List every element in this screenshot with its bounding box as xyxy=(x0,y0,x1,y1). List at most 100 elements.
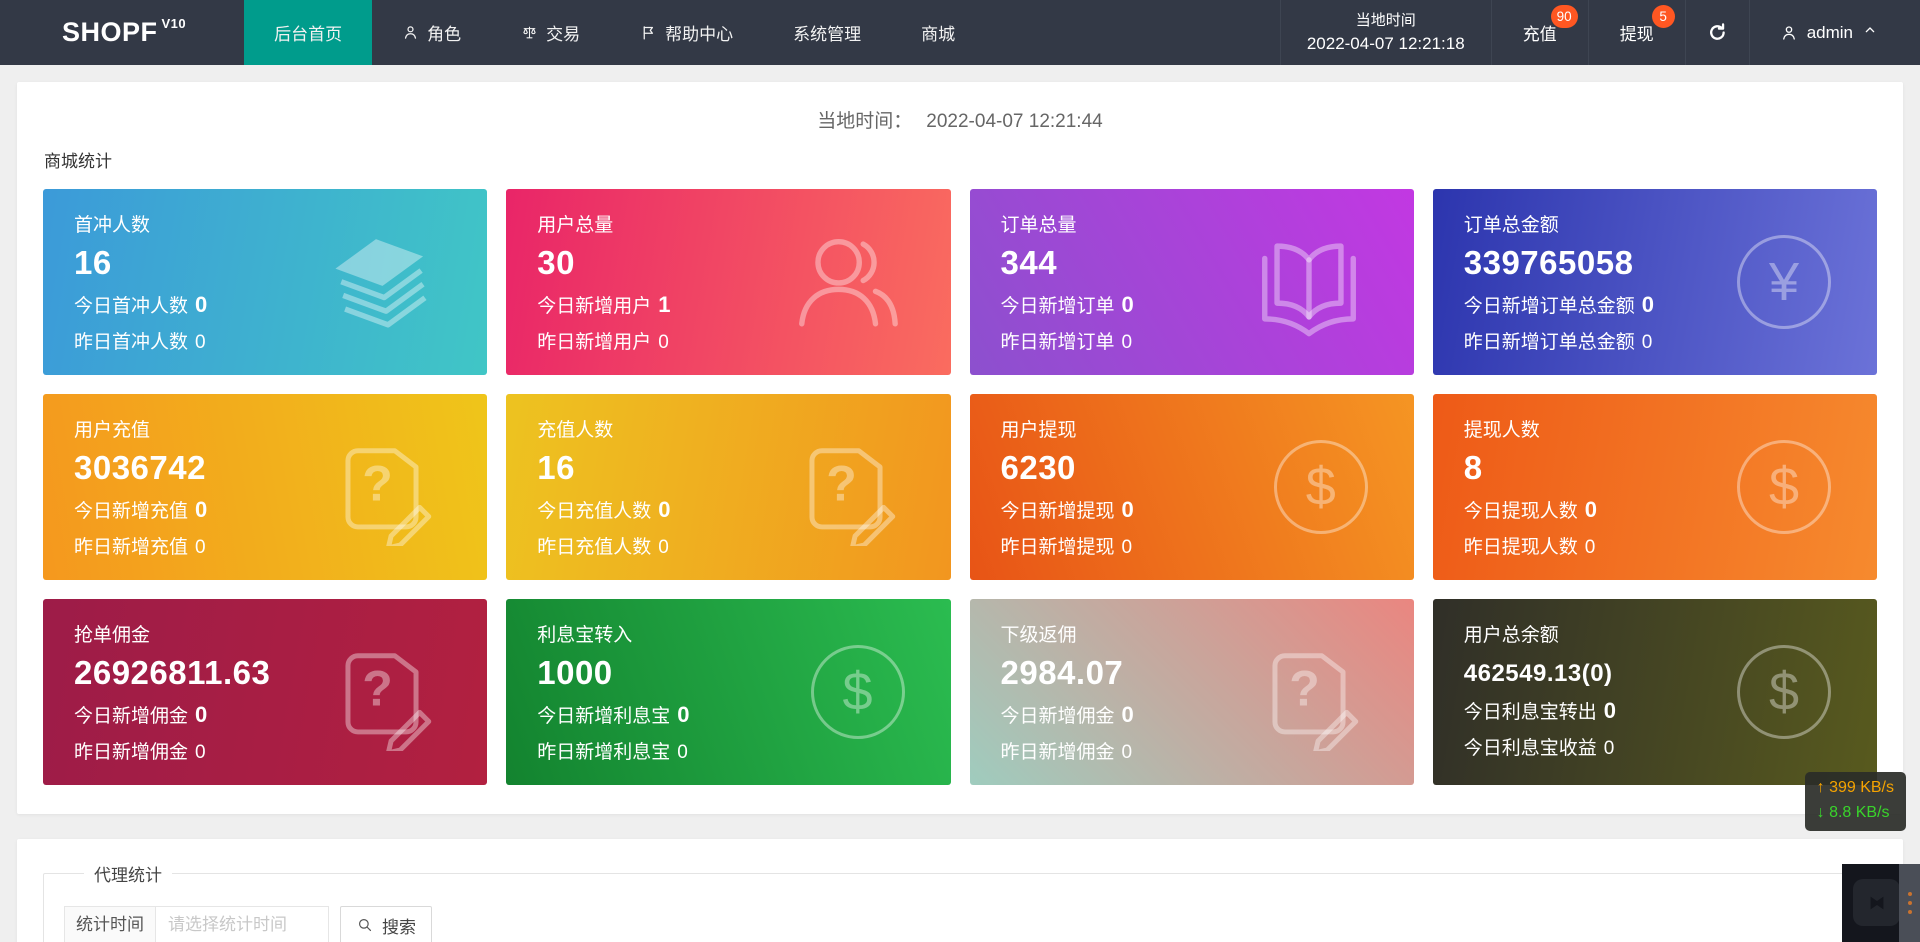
main-local-time: 当地时间：2022-04-07 12:21:44 xyxy=(17,82,1903,133)
nav-item-mall[interactable]: 商城 xyxy=(891,0,985,65)
stat-row-value: 0 xyxy=(1585,497,1597,522)
stat-card-title: 用户总余额 xyxy=(1464,620,1877,647)
widget-app-icon[interactable] xyxy=(1853,879,1900,926)
nav-item-label: 系统管理 xyxy=(793,20,861,45)
yen-coin-icon: ¥ xyxy=(1737,235,1831,329)
handle-dot xyxy=(1908,901,1912,905)
stat-row-value: 0 xyxy=(1122,497,1134,522)
stat-row-value: 0 xyxy=(195,292,207,317)
stat-row-value: 0 xyxy=(195,497,207,522)
recharge-badge: 90 xyxy=(1551,5,1578,28)
admin-menu[interactable]: admin xyxy=(1749,0,1920,65)
widget-handle[interactable] xyxy=(1899,864,1920,942)
bowtie-icon xyxy=(1863,889,1891,917)
stat-time-label: 统计时间 xyxy=(64,906,156,942)
flag-icon xyxy=(640,24,657,41)
top-navbar: SHOPF V10 后台首页 角色 交易 帮助中心 系统管理 商城 当地时间 2… xyxy=(0,0,1920,65)
stat-row-value: 0 xyxy=(195,742,206,763)
stat-card: 用户充值 3036742 今日新增充值0 昨日新增充值0 ? xyxy=(43,394,487,580)
chevron-up-icon xyxy=(1862,22,1878,43)
nav-item-help-center[interactable]: 帮助中心 xyxy=(610,0,763,65)
dollar-coin-icon: $ xyxy=(1737,440,1831,534)
navbar-right: 当地时间 2022-04-07 12:21:18 充值 90 提现 5 admi… xyxy=(1280,0,1920,65)
stat-row-label: 昨日新增提现 xyxy=(1001,537,1115,558)
stat-card: 订单总量 344 今日新增订单0 昨日新增订单0 xyxy=(970,189,1414,375)
dollar-coin-icon: $ xyxy=(1274,440,1368,534)
nav-item-label: 后台首页 xyxy=(274,20,342,45)
stat-row-label: 今日新增佣金 xyxy=(74,706,188,727)
download-speed-value: 8.8 KB/s xyxy=(1829,804,1889,821)
stat-card-row: 昨日新增利息宝0 xyxy=(537,737,950,764)
layers-icon xyxy=(323,223,441,341)
dollar-coin-icon: $ xyxy=(811,645,905,739)
handle-dot xyxy=(1908,892,1912,896)
stat-row-value: 0 xyxy=(1642,332,1653,353)
stat-row-label: 今日新增充值 xyxy=(74,501,188,522)
svg-text:?: ? xyxy=(362,661,393,717)
stat-row-value: 0 xyxy=(658,497,670,522)
nav-item-label: 交易 xyxy=(546,20,580,45)
stat-row-value: 0 xyxy=(1122,292,1134,317)
stat-row-label: 今日首冲人数 xyxy=(74,296,188,317)
main-time-label: 当地时间： xyxy=(817,111,912,132)
stat-row-label: 昨日新增佣金 xyxy=(74,742,188,763)
nav-item-trade[interactable]: 交易 xyxy=(491,0,610,65)
stat-row-label: 昨日新增佣金 xyxy=(1001,742,1115,763)
admin-username: admin xyxy=(1807,23,1853,43)
stat-row-label: 昨日新增利息宝 xyxy=(537,742,670,763)
withdraw-label: 提现 xyxy=(1620,20,1654,45)
dollar-coin-icon: $ xyxy=(1737,645,1831,739)
stat-row-value: 0 xyxy=(1122,702,1134,727)
download-speed: ↓ 8.8 KB/s xyxy=(1817,800,1894,825)
stat-time-input[interactable] xyxy=(155,906,329,942)
doc-question-icon: ? xyxy=(1250,633,1368,751)
doc-question-icon: ? xyxy=(323,633,441,751)
stat-row-value: 0 xyxy=(1604,738,1615,759)
nav-item-roles[interactable]: 角色 xyxy=(372,0,491,65)
upload-speed: ↑ 399 KB/s xyxy=(1817,775,1894,800)
agent-stats-fieldset: 代理统计 统计时间 搜索 xyxy=(43,861,1877,942)
svg-text:?: ? xyxy=(826,456,857,512)
recharge-button[interactable]: 充值 90 xyxy=(1491,0,1588,65)
stat-row-value: 0 xyxy=(1122,537,1133,558)
yen-glyph: ¥ xyxy=(1737,235,1831,329)
stat-row-value: 0 xyxy=(658,332,669,353)
handle-dot xyxy=(1908,910,1912,914)
refresh-button[interactable] xyxy=(1685,0,1749,65)
refresh-icon xyxy=(1706,21,1729,44)
stat-card-row: 昨日新增订单总金额0 xyxy=(1464,327,1877,354)
stat-row-label: 今日新增订单 xyxy=(1001,296,1115,317)
dollar-glyph: $ xyxy=(1737,440,1831,534)
stat-row-label: 昨日新增订单 xyxy=(1001,332,1115,353)
withdraw-badge: 5 xyxy=(1652,5,1675,28)
stat-row-value: 1 xyxy=(658,292,670,317)
stat-row-label: 昨日提现人数 xyxy=(1464,537,1578,558)
stat-row-value: 0 xyxy=(1604,698,1616,723)
nav-item-system[interactable]: 系统管理 xyxy=(763,0,891,65)
svg-text:?: ? xyxy=(362,456,393,512)
stat-row-value: 0 xyxy=(195,537,206,558)
network-speed-monitor: ↑ 399 KB/s ↓ 8.8 KB/s xyxy=(1805,772,1906,831)
stat-card: 用户总量 30 今日新增用户1 昨日新增用户0 xyxy=(506,189,950,375)
stat-card-title: 用户提现 xyxy=(1001,415,1414,442)
stat-card-row: 昨日提现人数0 xyxy=(1464,532,1877,559)
doc-question-icon: ? xyxy=(787,428,905,546)
nav-item-home[interactable]: 后台首页 xyxy=(244,0,372,65)
stat-card: 下级返佣 2984.07 今日新增佣金0 昨日新增佣金0 ? xyxy=(970,599,1414,785)
app-logo: SHOPF V10 xyxy=(0,0,244,65)
user-icon xyxy=(402,24,419,41)
stats-panel: 当地时间：2022-04-07 12:21:44 商城统计 首冲人数 16 今日… xyxy=(17,82,1903,814)
agent-stats-panel: 代理统计 统计时间 搜索 xyxy=(17,839,1903,942)
arrow-down-icon: ↓ xyxy=(1817,804,1825,821)
stat-card: 提现人数 8 今日提现人数0 昨日提现人数0 $ xyxy=(1433,394,1877,580)
stat-card-title: 利息宝转入 xyxy=(537,620,950,647)
stat-row-value: 0 xyxy=(677,702,689,727)
nav-item-label: 角色 xyxy=(427,20,461,45)
withdraw-button[interactable]: 提现 5 xyxy=(1588,0,1685,65)
doc-question-icon: ? xyxy=(323,428,441,546)
stat-row-value: 0 xyxy=(195,332,206,353)
search-button[interactable]: 搜索 xyxy=(340,906,432,942)
local-time-label: 当地时间 xyxy=(1356,9,1416,32)
floating-corner-widget[interactable] xyxy=(1842,864,1920,942)
stat-row-value: 0 xyxy=(1642,292,1654,317)
